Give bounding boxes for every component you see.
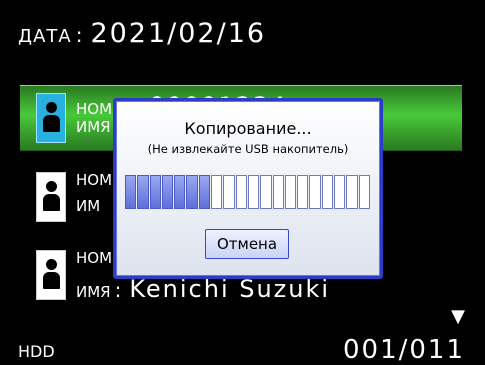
- name-label: ИМЯ: [76, 118, 111, 136]
- progress-segment-empty: [235, 175, 247, 209]
- progress-segment-filled: [186, 175, 198, 209]
- person-icon: [36, 93, 66, 143]
- date-value: 2021/02/16: [90, 18, 267, 49]
- name-label: ИМЯ: [76, 283, 111, 301]
- person-icon: [36, 250, 66, 300]
- progress-segment-empty: [211, 175, 223, 209]
- progress-segment-empty: [346, 175, 358, 209]
- progress-segment-empty: [309, 175, 321, 209]
- progress-segment-filled: [125, 175, 137, 209]
- progress-segment-empty: [272, 175, 284, 209]
- dialog-subtitle: (Не извлекайте USB накопитель): [147, 142, 349, 156]
- id-label: НОМ: [76, 249, 113, 267]
- progress-bar: [125, 175, 370, 209]
- progress-segment-filled: [137, 175, 149, 209]
- cancel-button[interactable]: Отмена: [205, 229, 289, 259]
- name-label: ИМ: [76, 197, 101, 215]
- progress-segment-filled: [149, 175, 161, 209]
- date-row: ДАТА : 2021/02/16: [18, 18, 266, 49]
- id-line: НОМ: [76, 171, 112, 189]
- name-line: ИМЯ : Kenichi Suzuki: [76, 275, 330, 303]
- progress-segment-empty: [321, 175, 334, 209]
- dialog-title: Копирование...: [184, 119, 312, 138]
- progress-segment-filled: [198, 175, 211, 209]
- person-icon: [36, 172, 66, 222]
- scroll-down-icon[interactable]: ▼: [451, 308, 465, 326]
- storage-label: HDD: [18, 342, 55, 361]
- progress-segment-filled: [174, 175, 186, 209]
- progress-segment-empty: [284, 175, 297, 209]
- date-colon: :: [75, 23, 83, 47]
- name-colon: :: [114, 278, 122, 302]
- copy-dialog: Копирование... (Не извлекайте USB накопи…: [113, 98, 383, 279]
- progress-segment-empty: [223, 175, 235, 209]
- id-label: НОМ: [76, 171, 113, 189]
- progress-segment-empty: [247, 175, 260, 209]
- progress-segment-empty: [334, 175, 346, 209]
- progress-segment-filled: [161, 175, 174, 209]
- date-label: ДАТА: [18, 26, 72, 47]
- name-line: ИМ: [76, 197, 100, 215]
- name-line: ИМЯ: [76, 118, 111, 136]
- progress-segment-empty: [297, 175, 309, 209]
- progress-segment-empty: [260, 175, 272, 209]
- page-counter: 001/011: [342, 335, 465, 365]
- name-value: Kenichi Suzuki: [129, 275, 331, 303]
- progress-segment-empty: [358, 175, 370, 209]
- id-line: НОМ: [76, 249, 112, 267]
